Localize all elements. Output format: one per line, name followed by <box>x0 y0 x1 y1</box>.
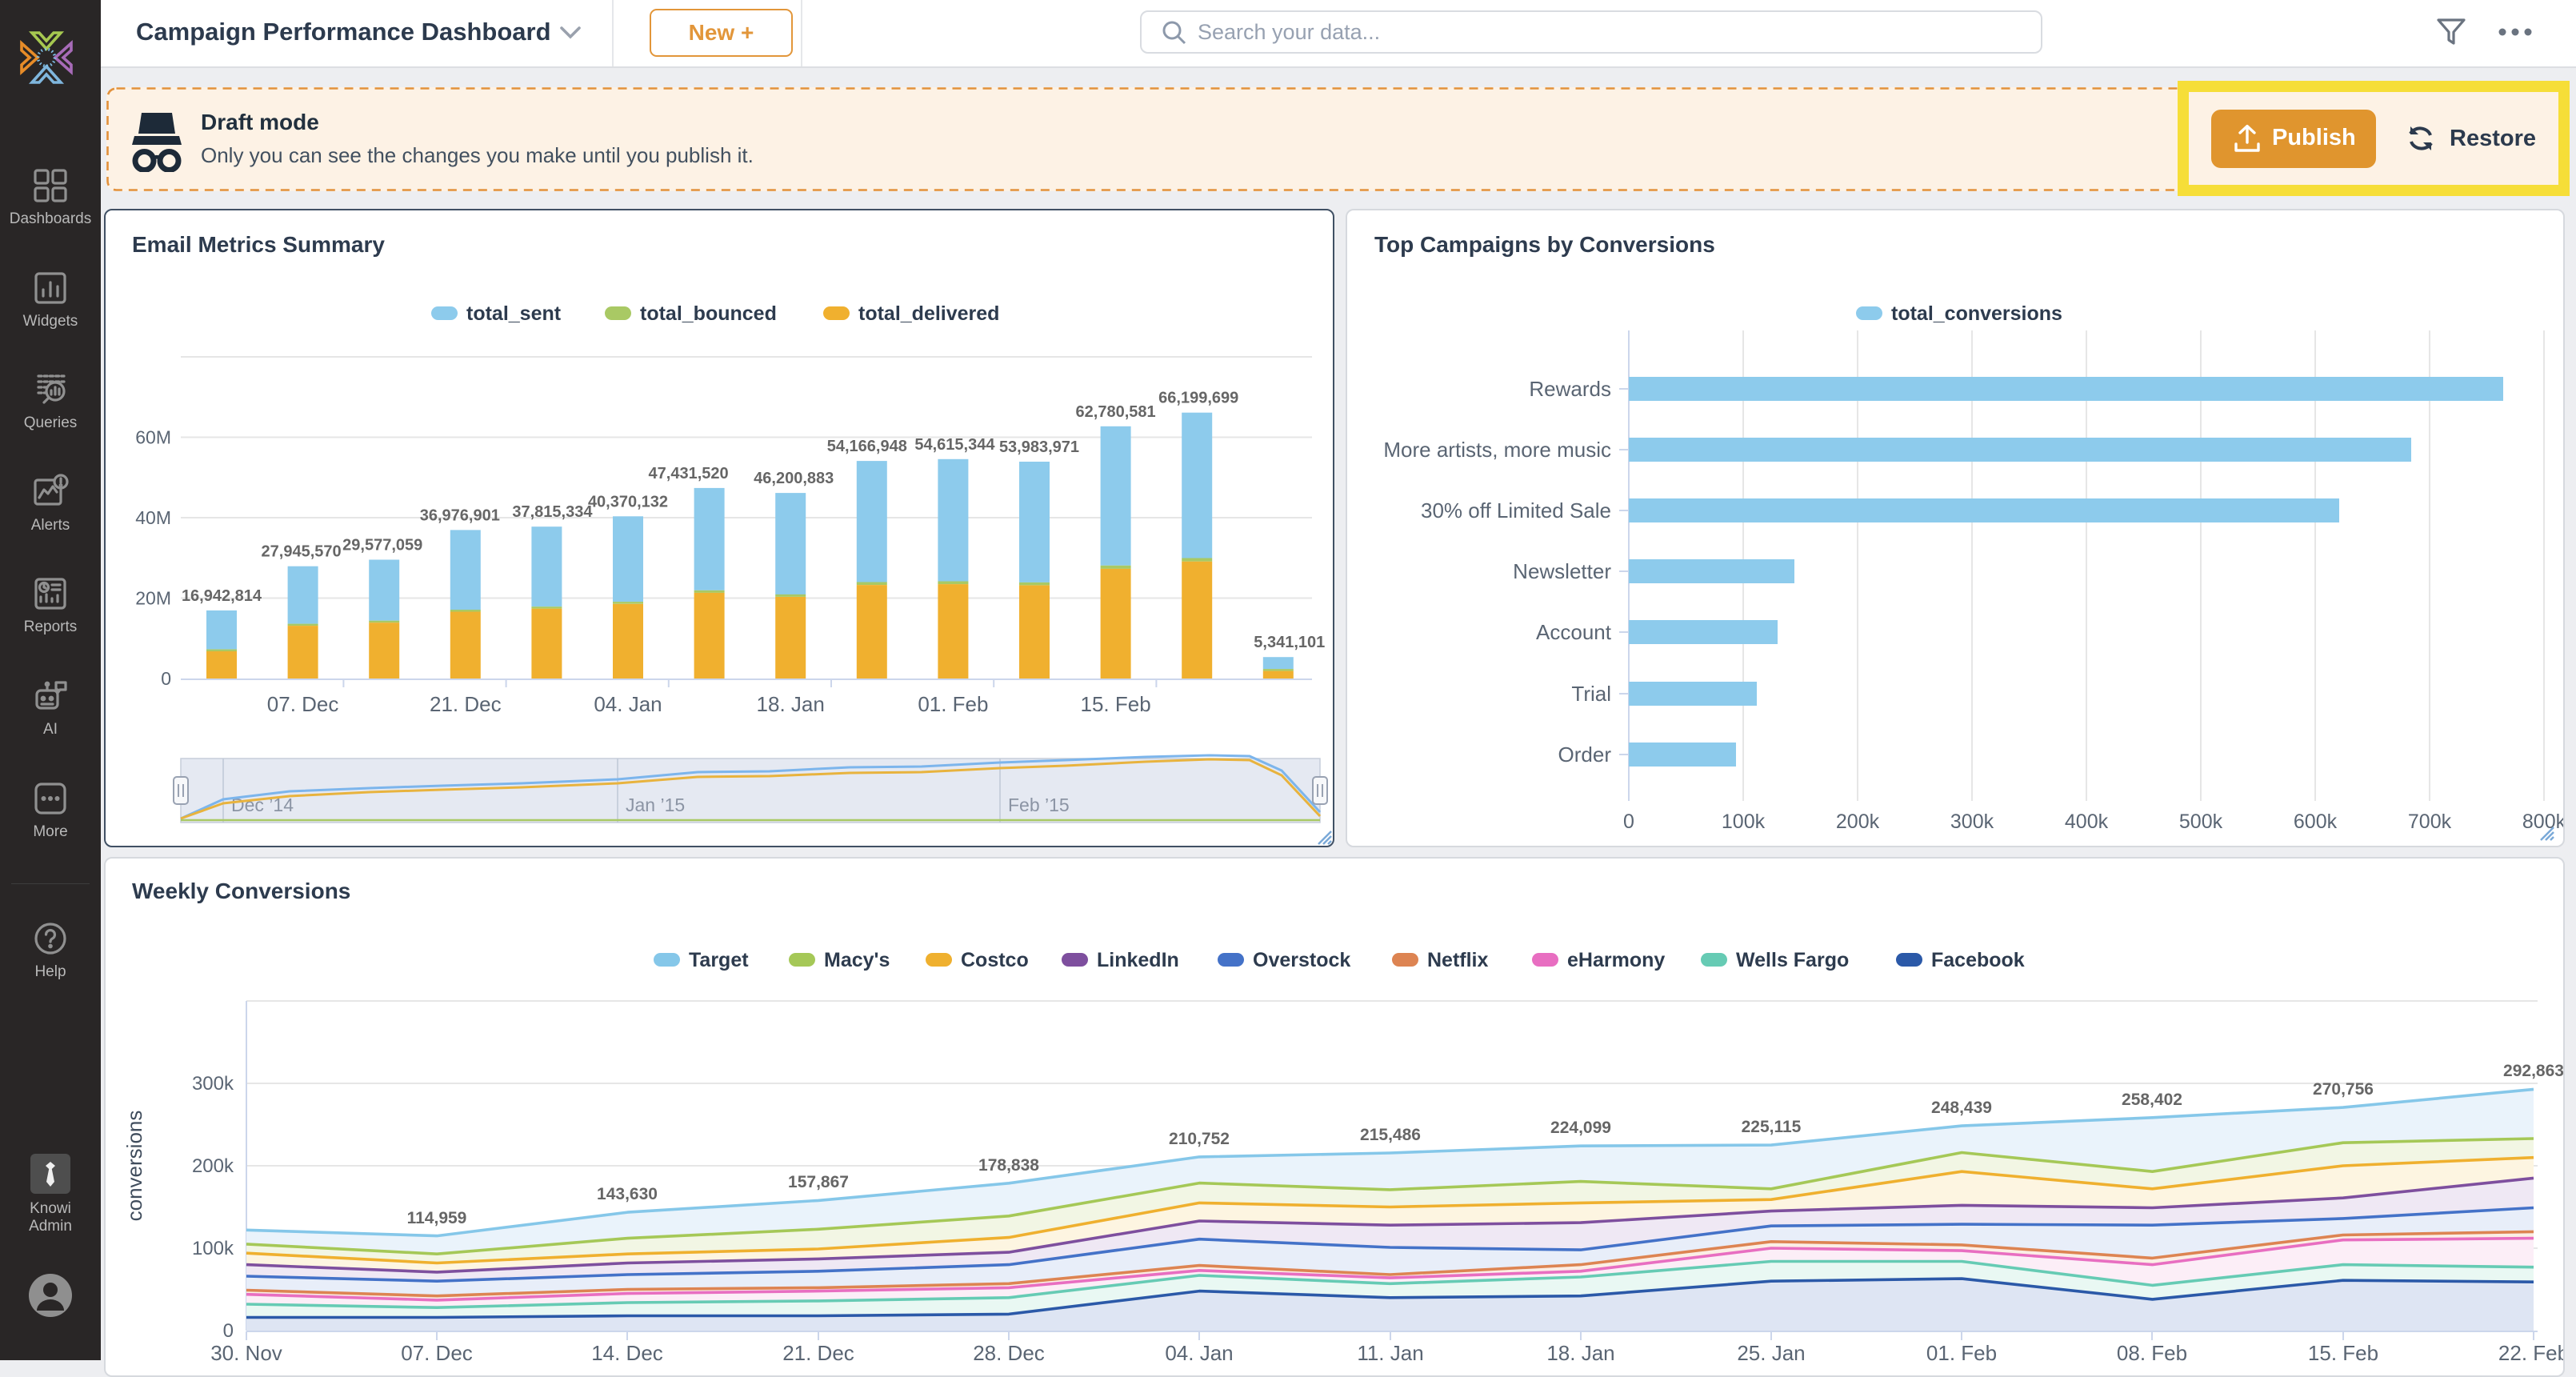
svg-text:100k: 100k <box>192 1238 234 1259</box>
svg-text:07. Dec: 07. Dec <box>267 692 339 716</box>
svg-text:300k: 300k <box>192 1073 234 1095</box>
svg-text:5,341,101: 5,341,101 <box>1254 634 1325 651</box>
svg-text:LinkedIn: LinkedIn <box>1097 949 1179 971</box>
svg-text:270,756: 270,756 <box>2313 1080 2374 1099</box>
svg-text:Macy's: Macy's <box>824 949 890 971</box>
svg-text:Feb ’15: Feb ’15 <box>1008 795 1070 815</box>
svg-text:54,166,948: 54,166,948 <box>827 438 907 455</box>
svg-text:210,752: 210,752 <box>1169 1130 1230 1148</box>
svg-text:700k: 700k <box>2408 811 2452 833</box>
svg-text:30. Nov: 30. Nov <box>210 1341 282 1362</box>
svg-text:37,815,334: 37,815,334 <box>512 503 593 521</box>
svg-text:total_bounced: total_bounced <box>640 302 777 325</box>
svg-text:157,867: 157,867 <box>788 1173 849 1191</box>
svg-text:25. Jan: 25. Jan <box>1737 1341 1805 1362</box>
svg-text:Jan ’15: Jan ’15 <box>626 795 685 815</box>
svg-text:01. Feb: 01. Feb <box>1926 1341 1997 1362</box>
svg-text:47,431,520: 47,431,520 <box>649 465 729 482</box>
svg-text:conversions: conversions <box>122 1111 146 1222</box>
svg-text:Costco: Costco <box>961 949 1029 971</box>
svg-text:30% off Limited Sale: 30% off Limited Sale <box>1421 498 1611 522</box>
svg-text:29,577,059: 29,577,059 <box>342 537 422 554</box>
svg-text:Account: Account <box>1536 620 1612 644</box>
svg-text:16,942,814: 16,942,814 <box>182 587 262 605</box>
svg-text:Target: Target <box>689 949 749 971</box>
svg-text:40M: 40M <box>135 507 171 528</box>
svg-text:11. Jan: 11. Jan <box>1357 1341 1423 1362</box>
svg-text:0: 0 <box>1623 811 1634 833</box>
svg-text:0: 0 <box>161 668 171 689</box>
svg-text:18. Jan: 18. Jan <box>757 692 825 716</box>
svg-text:14. Dec: 14. Dec <box>591 1341 663 1362</box>
svg-text:248,439: 248,439 <box>1931 1099 1992 1117</box>
svg-text:total_delivered: total_delivered <box>858 302 999 325</box>
svg-text:258,402: 258,402 <box>2122 1091 2182 1109</box>
svg-text:Rewards: Rewards <box>1529 377 1611 401</box>
svg-text:200k: 200k <box>1836 811 1880 833</box>
svg-text:Overstock: Overstock <box>1253 949 1350 971</box>
svg-text:114,959: 114,959 <box>407 1209 467 1227</box>
svg-text:Facebook: Facebook <box>1931 949 2025 971</box>
svg-text:20M: 20M <box>135 588 171 609</box>
svg-text:200k: 200k <box>192 1155 234 1177</box>
svg-text:178,838: 178,838 <box>978 1156 1039 1175</box>
svg-text:21. Dec: 21. Dec <box>782 1341 854 1362</box>
svg-text:46,200,883: 46,200,883 <box>754 470 834 487</box>
svg-text:215,486: 215,486 <box>1360 1126 1421 1144</box>
svg-text:600k: 600k <box>2294 811 2338 833</box>
svg-text:22. Feb: 22. Feb <box>2498 1341 2565 1362</box>
svg-text:Newsletter: Newsletter <box>1513 559 1611 583</box>
svg-text:225,115: 225,115 <box>1742 1118 1802 1136</box>
svg-text:292,863: 292,863 <box>2503 1062 2564 1080</box>
svg-text:36,976,901: 36,976,901 <box>420 506 500 524</box>
svg-text:More artists, more music: More artists, more music <box>1383 438 1611 462</box>
svg-text:Email Metrics Summary: Email Metrics Summary <box>132 232 385 257</box>
svg-text:300k: 300k <box>1950 811 1994 833</box>
svg-text:total_sent: total_sent <box>466 302 562 325</box>
svg-text:21. Dec: 21. Dec <box>430 692 502 716</box>
svg-text:800k: 800k <box>2522 811 2565 833</box>
svg-text:54,615,344: 54,615,344 <box>914 436 995 454</box>
svg-text:100k: 100k <box>1722 811 1766 833</box>
svg-text:Netflix: Netflix <box>1427 949 1489 971</box>
svg-text:60M: 60M <box>135 427 171 448</box>
svg-text:15. Feb: 15. Feb <box>1081 692 1151 716</box>
svg-text:Trial: Trial <box>1571 682 1611 706</box>
svg-text:Order: Order <box>1558 743 1612 767</box>
svg-text:eHarmony: eHarmony <box>1567 949 1665 971</box>
svg-text:Weekly Conversions: Weekly Conversions <box>132 879 350 903</box>
svg-text:Top Campaigns by Conversions: Top Campaigns by Conversions <box>1374 232 1715 257</box>
svg-text:143,630: 143,630 <box>597 1185 658 1203</box>
svg-text:15. Feb: 15. Feb <box>2308 1341 2378 1362</box>
svg-text:500k: 500k <box>2179 811 2223 833</box>
svg-text:08. Feb: 08. Feb <box>2117 1341 2187 1362</box>
svg-text:27,945,570: 27,945,570 <box>262 543 342 561</box>
svg-text:400k: 400k <box>2065 811 2109 833</box>
svg-text:07. Dec: 07. Dec <box>401 1341 473 1362</box>
svg-text:224,099: 224,099 <box>1550 1119 1611 1137</box>
svg-text:Wells Fargo: Wells Fargo <box>1736 949 1849 971</box>
svg-text:0: 0 <box>223 1320 234 1342</box>
svg-text:04. Jan: 04. Jan <box>594 692 662 716</box>
svg-text:total_conversions: total_conversions <box>1891 302 2062 325</box>
svg-text:04. Jan: 04. Jan <box>1165 1341 1233 1362</box>
svg-text:53,983,971: 53,983,971 <box>999 438 1079 456</box>
svg-text:66,199,699: 66,199,699 <box>1158 390 1238 407</box>
svg-text:62,780,581: 62,780,581 <box>1076 403 1156 421</box>
svg-text:01. Feb: 01. Feb <box>918 692 988 716</box>
svg-text:18. Jan: 18. Jan <box>1546 1341 1614 1362</box>
svg-text:28. Dec: 28. Dec <box>973 1341 1045 1362</box>
svg-text:40,370,132: 40,370,132 <box>588 493 668 510</box>
